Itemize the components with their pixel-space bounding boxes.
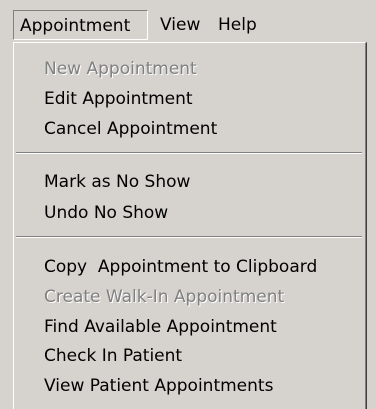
menu-item-mark-no-show[interactable]: Mark as No Show <box>14 168 364 196</box>
menu-item-view-patient-appointments[interactable]: View Patient Appointments <box>14 372 364 400</box>
menu-item-edit-appointment[interactable]: Edit Appointment <box>14 85 364 113</box>
menu-item-cancel-appointment[interactable]: Cancel Appointment <box>14 115 364 143</box>
menu-item-copy-appointment[interactable]: Copy Appointment to Clipboard <box>14 253 364 281</box>
menu-item-create-walk-in: Create Walk-In Appointment <box>44 287 285 307</box>
menu-item-new-appointment: New Appointment <box>44 59 197 79</box>
menu-help[interactable]: Help <box>212 10 263 40</box>
appointment-dropdown-menu: New Appointment Edit Appointment Cancel … <box>13 42 367 409</box>
menu-view[interactable]: View <box>154 10 206 40</box>
application-window: Appointment View Help New Appointment Ed… <box>0 0 376 409</box>
menu-item-undo-no-show[interactable]: Undo No Show <box>14 199 364 227</box>
menu-separator <box>16 152 362 154</box>
menu-appointment[interactable]: Appointment <box>13 10 148 40</box>
menu-item-check-in-patient[interactable]: Check In Patient <box>14 342 364 370</box>
menu-bar: Appointment View Help <box>0 0 376 45</box>
menu-item-find-available[interactable]: Find Available Appointment <box>14 313 364 341</box>
menu-separator <box>16 236 362 238</box>
